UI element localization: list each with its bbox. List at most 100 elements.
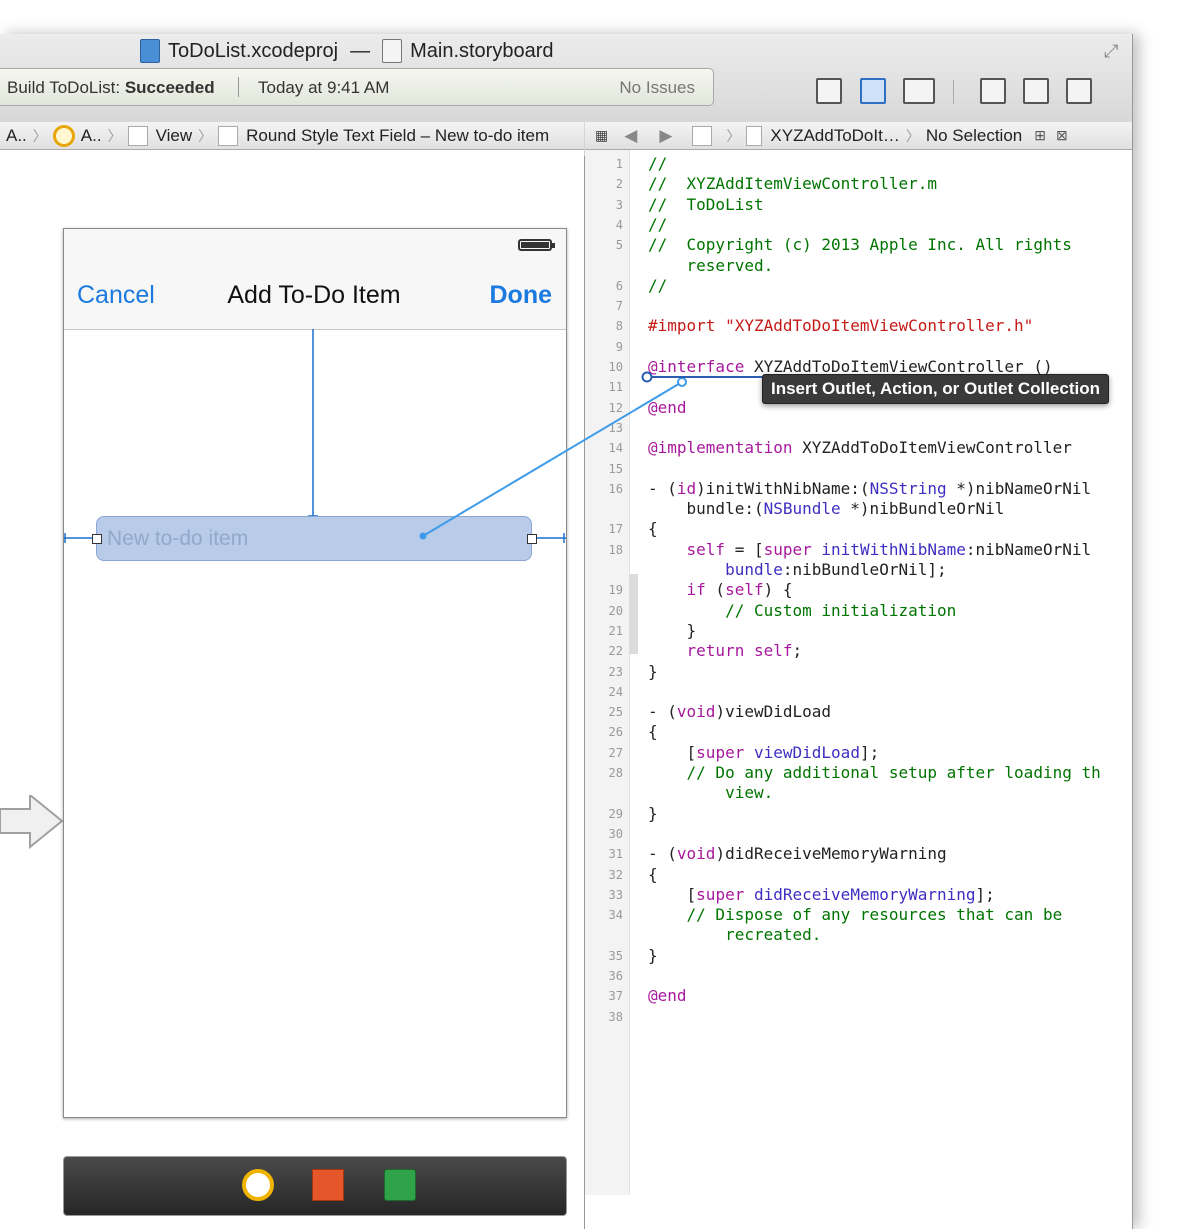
assistant-file[interactable]: XYZAddToDoIt… bbox=[770, 126, 899, 146]
debug-area-toggle-icon[interactable] bbox=[1023, 78, 1049, 104]
chevron-right-icon: 〉 bbox=[32, 127, 47, 144]
code-token: "XYZAddToDoItemViewController.h" bbox=[725, 316, 1034, 336]
code-token: - ( bbox=[648, 844, 677, 864]
automatic-icon[interactable] bbox=[692, 125, 713, 146]
standard-editor-icon[interactable] bbox=[816, 78, 842, 104]
resize-handle-left[interactable] bbox=[92, 534, 102, 544]
navigator-toggle-icon[interactable] bbox=[980, 78, 1006, 104]
project-name: ToDoList.xcodeproj bbox=[168, 39, 339, 62]
jump-bar-item[interactable]: Round Style Text Field – New to-do item bbox=[246, 126, 549, 146]
toolbar-divider bbox=[953, 80, 954, 104]
fullscreen-icon[interactable]: ⤢ bbox=[1104, 42, 1122, 60]
code-folding-ribbon[interactable] bbox=[629, 574, 638, 654]
code-token: recreated. bbox=[648, 925, 822, 945]
m-file-icon bbox=[746, 125, 763, 146]
code-token: } bbox=[648, 661, 658, 681]
forward-arrow-icon[interactable]: ▶ bbox=[659, 126, 672, 146]
line-number: 13 bbox=[608, 420, 623, 435]
scene-dock bbox=[63, 1156, 567, 1216]
code-text: // bbox=[648, 215, 667, 235]
line-number: 26 bbox=[608, 725, 623, 740]
line-number: 32 bbox=[608, 867, 623, 882]
xcode-window: ToDoList.xcodeproj — Main.storyboard ⤢ B… bbox=[0, 34, 1133, 1229]
layout-constraints bbox=[64, 329, 566, 543]
code-token: = [ bbox=[725, 539, 764, 559]
assistant-editor-icon[interactable] bbox=[860, 78, 886, 104]
code-token: )viewDidLoad bbox=[715, 702, 832, 722]
new-todo-textfield[interactable]: New to-do item bbox=[96, 516, 532, 561]
code-token: // Copyright (c) 2013 Apple Inc. All rig… bbox=[648, 235, 1072, 255]
code-token: // ToDoList bbox=[648, 194, 764, 214]
code-token: } bbox=[648, 803, 658, 823]
code-token: bundle bbox=[725, 560, 783, 579]
issues-label[interactable]: No Issues bbox=[619, 78, 695, 98]
line-number: 7 bbox=[615, 299, 623, 314]
code-text: [super viewDidLoad]; bbox=[648, 742, 880, 763]
line-number: 11 bbox=[608, 380, 623, 395]
code-token: - ( bbox=[648, 478, 677, 498]
utilities-toggle-icon[interactable] bbox=[1066, 78, 1092, 104]
assistant-selection[interactable]: No Selection bbox=[926, 126, 1022, 146]
chevron-right-icon: 〉 bbox=[726, 127, 741, 144]
view-controller-icon[interactable] bbox=[242, 1169, 274, 1201]
code-token: NSString bbox=[869, 478, 947, 498]
related-items-icon[interactable]: ▦ bbox=[595, 127, 608, 144]
code-token: :nibNameOrNil bbox=[965, 539, 1092, 559]
code-token: self bbox=[753, 641, 793, 661]
code-text: } bbox=[648, 662, 658, 682]
line-number: 24 bbox=[608, 684, 623, 699]
code-text: } bbox=[648, 946, 658, 966]
add-editor-icon[interactable]: ⊞ bbox=[1034, 127, 1046, 144]
jump-bar-item[interactable]: A.. bbox=[6, 126, 27, 146]
code-editor[interactable]: 1 // 2 // XYZAddItemViewController.m 3 // ToD… bbox=[585, 150, 1132, 1195]
code-text: - (id)initWithNibName:(NSString *)nibNam… bbox=[648, 479, 1091, 499]
code-text: @implementation XYZAddToDoItemViewContro… bbox=[648, 438, 1072, 458]
code-token: @end bbox=[648, 986, 687, 1006]
view-icon bbox=[127, 125, 148, 146]
code-text: // Copyright (c) 2013 Apple Inc. All rig… bbox=[648, 235, 1072, 255]
line-number: 8 bbox=[615, 319, 623, 334]
version-editor-icon[interactable] bbox=[903, 78, 935, 104]
code-token: *)nibBundleOrNil bbox=[840, 499, 1005, 519]
close-editor-icon[interactable]: ⊠ bbox=[1056, 127, 1068, 144]
exit-icon[interactable] bbox=[384, 1169, 416, 1201]
code-text: } bbox=[648, 621, 697, 641]
code-text: // ToDoList bbox=[648, 195, 764, 215]
storyboard-canvas[interactable]: Add To-Do Item Cancel Done New to-do ite… bbox=[0, 150, 584, 1216]
code-text: return self; bbox=[648, 641, 803, 661]
code-token: @interface bbox=[648, 357, 745, 376]
assistant-jump-bar: ▦ ◀ ▶ 〉 XYZAddToDoIt… 〉 No Selection ⊞ ⊠ bbox=[585, 122, 1132, 150]
code-token: void bbox=[676, 702, 716, 722]
code-token: ( bbox=[705, 580, 726, 600]
resize-handle-right[interactable] bbox=[527, 534, 537, 544]
back-arrow-icon[interactable]: ◀ bbox=[624, 126, 637, 146]
code-token: initWithNibName bbox=[821, 539, 966, 559]
code-token: ]; bbox=[859, 742, 880, 762]
line-number: 19 bbox=[608, 583, 623, 598]
chevron-right-icon: 〉 bbox=[905, 127, 920, 144]
chevron-right-icon: 〉 bbox=[198, 127, 213, 144]
jump-bar-item[interactable]: View bbox=[156, 126, 193, 146]
file-name: Main.storyboard bbox=[410, 39, 554, 62]
build-status: Build ToDoList: Succeeded bbox=[7, 78, 215, 98]
line-number: 28 bbox=[608, 766, 623, 780]
line-number: 12 bbox=[608, 400, 623, 415]
line-number: 6 bbox=[615, 278, 623, 293]
code-token: // bbox=[648, 275, 668, 295]
code-token: XYZAddToDoItemViewController bbox=[792, 438, 1072, 458]
line-number: 5 bbox=[615, 238, 623, 253]
line-number: 33 bbox=[608, 887, 623, 902]
jump-bar-item[interactable]: A.. bbox=[81, 126, 102, 146]
code-text: // Custom initialization bbox=[648, 601, 956, 621]
code-token: ) { bbox=[763, 580, 793, 600]
line-number: 29 bbox=[608, 806, 623, 821]
line-number: 17 bbox=[608, 522, 623, 537]
code-token: super bbox=[696, 742, 745, 762]
code-token: super bbox=[696, 884, 745, 904]
code-token: if bbox=[686, 580, 706, 600]
view-controller-scene[interactable]: Add To-Do Item Cancel Done New to-do ite… bbox=[63, 228, 567, 1118]
first-responder-icon[interactable] bbox=[312, 1169, 344, 1201]
